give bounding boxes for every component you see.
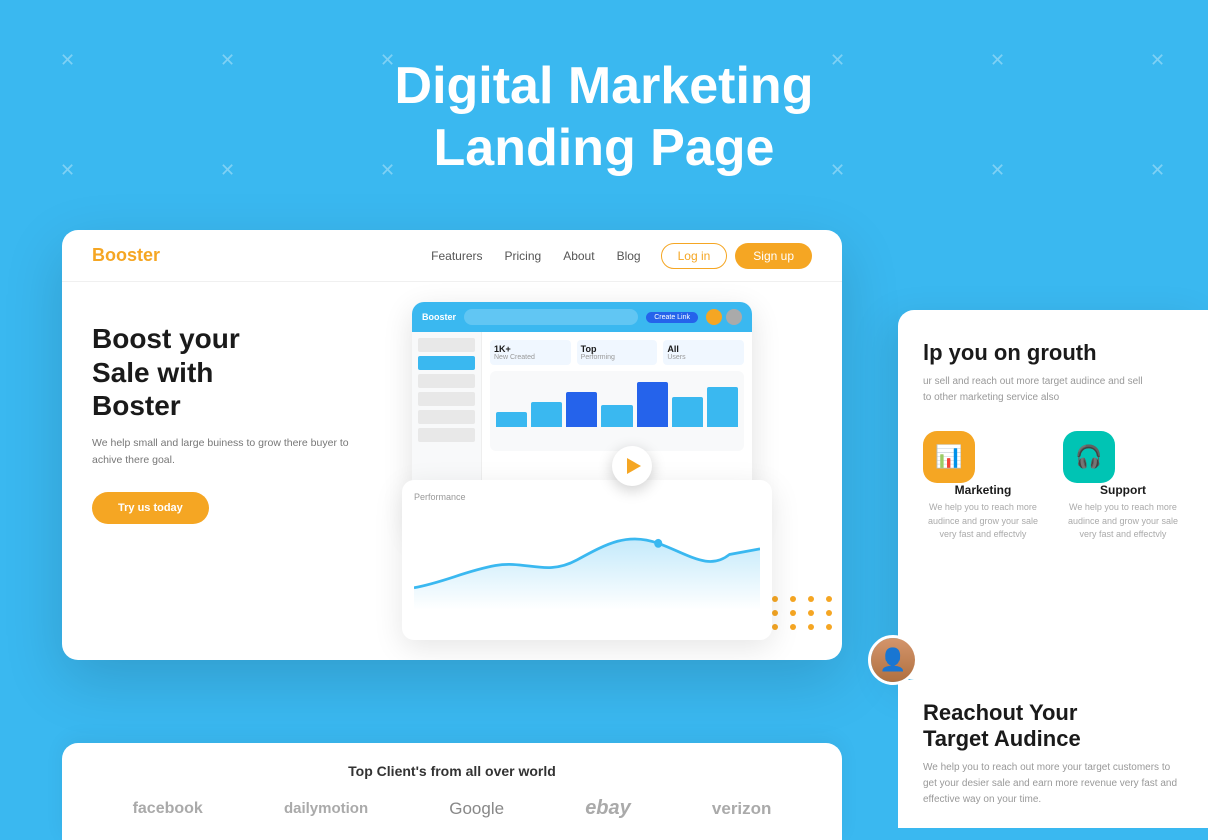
signup-button[interactable]: Sign up — [735, 243, 812, 269]
hero-title: Boost your Sale with Boster — [92, 322, 372, 423]
features-card: lp you on grouth ur sell and reach out m… — [898, 310, 1208, 680]
line-chart-label: Performance — [414, 492, 760, 502]
dot-11 — [772, 624, 778, 630]
nav-pricing[interactable]: Pricing — [505, 249, 542, 263]
navbar: Booster Featurers Pricing About Blog Log… — [62, 230, 842, 282]
bar-chart-area — [490, 371, 744, 451]
client-verizon: verizon — [712, 799, 772, 819]
page-title-section: Digital Marketing Landing Page — [0, 0, 1208, 180]
dot-13 — [808, 624, 814, 630]
stat-val-1: 1K+ — [494, 344, 567, 354]
features-icons-row: 📊 Marketing We help you to reach more au… — [923, 431, 1183, 542]
clients-section: Top Client's from all over world faceboo… — [62, 743, 842, 840]
dash-logo: Booster — [422, 312, 456, 322]
feature-support: 🎧 Support We help you to reach more audi… — [1063, 431, 1183, 542]
bar-3 — [566, 392, 597, 427]
play-button[interactable] — [612, 446, 652, 486]
clients-title: Top Client's from all over world — [92, 763, 812, 779]
dash-stat-2: Top Performing — [577, 340, 658, 365]
dash-avatar — [706, 309, 722, 325]
play-icon — [627, 458, 641, 474]
stat-val-2: Top — [581, 344, 654, 354]
landing-card: Booster Featurers Pricing About Blog Log… — [62, 230, 842, 660]
sidebar-item-4 — [418, 392, 475, 406]
login-button[interactable]: Log in — [661, 243, 728, 269]
avatar-face: 👤 — [871, 638, 915, 682]
stat-val-3: All — [667, 344, 740, 354]
feature-marketing: 📊 Marketing We help you to reach more au… — [923, 431, 1043, 542]
dash-create-btn[interactable]: Create Link — [646, 312, 698, 323]
hero-section: Boost your Sale with Boster We help smal… — [62, 282, 842, 660]
dot-2 — [790, 596, 796, 602]
dash-stat-3: All Users — [663, 340, 744, 365]
dashboard-mockup: Booster Create Link — [392, 312, 812, 660]
bar-1 — [496, 412, 527, 427]
clients-logos: facebook dailymotion Google ebay verizon — [92, 797, 812, 820]
dot-9 — [826, 610, 832, 616]
dash-header: Booster Create Link — [412, 302, 752, 332]
bar-5 — [637, 382, 668, 427]
dash-avatar-row — [706, 309, 742, 325]
dot-1 — [772, 596, 778, 602]
dot-7 — [790, 610, 796, 616]
avatar-bubble: 👤 — [868, 635, 918, 685]
bar-2 — [531, 402, 562, 427]
sidebar-item-5 — [418, 410, 475, 424]
dash-avatar-2 — [726, 309, 742, 325]
client-ebay: ebay — [585, 797, 631, 820]
hero-subtitle: We help small and large buiness to grow … — [92, 435, 372, 469]
nav-links: Featurers Pricing About Blog — [431, 249, 640, 263]
reachout-description: We help you to reach out more your targe… — [923, 760, 1183, 808]
dot-3 — [808, 596, 814, 602]
support-icon: 🎧 — [1075, 444, 1102, 470]
try-us-button[interactable]: Try us today — [92, 492, 209, 524]
dash-stats-row: 1K+ New Created Top Performing All Users — [490, 340, 744, 365]
features-description: ur sell and reach out more target audinc… — [923, 374, 1183, 406]
stat-label-1: New Created — [494, 354, 567, 361]
dash-search — [464, 309, 638, 325]
dot-8 — [808, 610, 814, 616]
dots-grid — [772, 596, 842, 630]
nav-about[interactable]: About — [563, 249, 594, 263]
feature-marketing-desc: We help you to reach more audince and gr… — [923, 501, 1043, 542]
line-chart-svg — [414, 510, 760, 610]
logo: Booster — [92, 245, 160, 266]
client-google: Google — [449, 799, 504, 819]
feature-support-title: Support — [1063, 483, 1183, 497]
bar-4 — [601, 405, 632, 428]
marketing-icon: 📊 — [935, 444, 962, 470]
client-dailymotion: dailymotion — [284, 800, 368, 817]
bar-6 — [672, 397, 703, 427]
logo-text: ooster — [105, 245, 160, 265]
client-facebook: facebook — [133, 800, 203, 818]
feature-marketing-title: Marketing — [923, 483, 1043, 497]
sidebar-item-1 — [418, 338, 475, 352]
stat-label-3: Users — [667, 354, 740, 361]
nav-blog[interactable]: Blog — [617, 249, 641, 263]
dot-14 — [826, 624, 832, 630]
support-icon-box: 🎧 — [1063, 431, 1115, 483]
sidebar-item-3 — [418, 374, 475, 388]
dot-6 — [772, 610, 778, 616]
line-chart-card: Performance — [402, 480, 772, 640]
reachout-card: Reachout Your Target Audince We help you… — [898, 680, 1208, 828]
dot-4 — [826, 596, 832, 602]
bar-7 — [707, 387, 738, 427]
features-title: lp you on grouth — [923, 340, 1183, 366]
dot-12 — [790, 624, 796, 630]
sidebar-item-2 — [418, 356, 475, 370]
dash-stat-1: 1K+ New Created — [490, 340, 571, 365]
reachout-title: Reachout Your Target Audince — [923, 700, 1183, 752]
logo-highlight: B — [92, 245, 105, 265]
bar-chart — [496, 377, 738, 427]
stat-label-2: Performing — [581, 354, 654, 361]
hero-text: Boost your Sale with Boster We help smal… — [92, 312, 372, 660]
marketing-icon-box: 📊 — [923, 431, 975, 483]
nav-featurers[interactable]: Featurers — [431, 249, 482, 263]
feature-support-desc: We help you to reach more audince and gr… — [1063, 501, 1183, 542]
page-title: Digital Marketing Landing Page — [0, 55, 1208, 180]
sidebar-item-6 — [418, 428, 475, 442]
